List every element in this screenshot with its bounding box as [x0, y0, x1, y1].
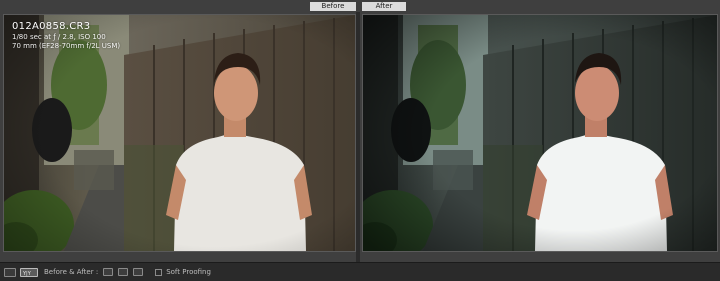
copy-settings-icon[interactable] [118, 268, 129, 276]
photo-info-overlay: 012A0858.CR3 1/80 sec at ƒ / 2.8, ISO 10… [12, 21, 120, 51]
before-photo-pane[interactable]: 012A0858.CR3 1/80 sec at ƒ / 2.8, ISO 10… [3, 14, 356, 252]
soft-proofing-checkbox[interactable] [155, 268, 163, 276]
info-filename: 012A0858.CR3 [12, 21, 91, 32]
soft-proofing-label: Soft Proofing [166, 268, 211, 276]
after-photo-pane[interactable] [362, 14, 718, 252]
compare-view-button[interactable]: Y|Y [20, 267, 38, 277]
bottom-toolbar: Y|Y Before & After : Soft Proofing [0, 262, 720, 281]
before-after-label: Before & After : [44, 268, 99, 276]
loupe-view-button[interactable] [4, 267, 16, 277]
after-photo [363, 15, 717, 251]
copy-after-icon[interactable] [133, 268, 144, 276]
info-exposure: 1/80 sec at ƒ / 2.8, ISO 100 [12, 33, 106, 41]
before-label: Before [310, 2, 356, 11]
loupe-view-icon [4, 267, 16, 277]
pane-header-strip [0, 0, 720, 12]
info-lens: 70 mm (EF28-70mm f/2L USM) [12, 42, 121, 50]
compare-view-icon: Y|Y [20, 267, 38, 277]
pane-divider [356, 12, 360, 262]
after-label: After [362, 2, 406, 11]
swap-icon[interactable] [103, 268, 114, 276]
svg-text:Y|Y: Y|Y [22, 271, 32, 276]
